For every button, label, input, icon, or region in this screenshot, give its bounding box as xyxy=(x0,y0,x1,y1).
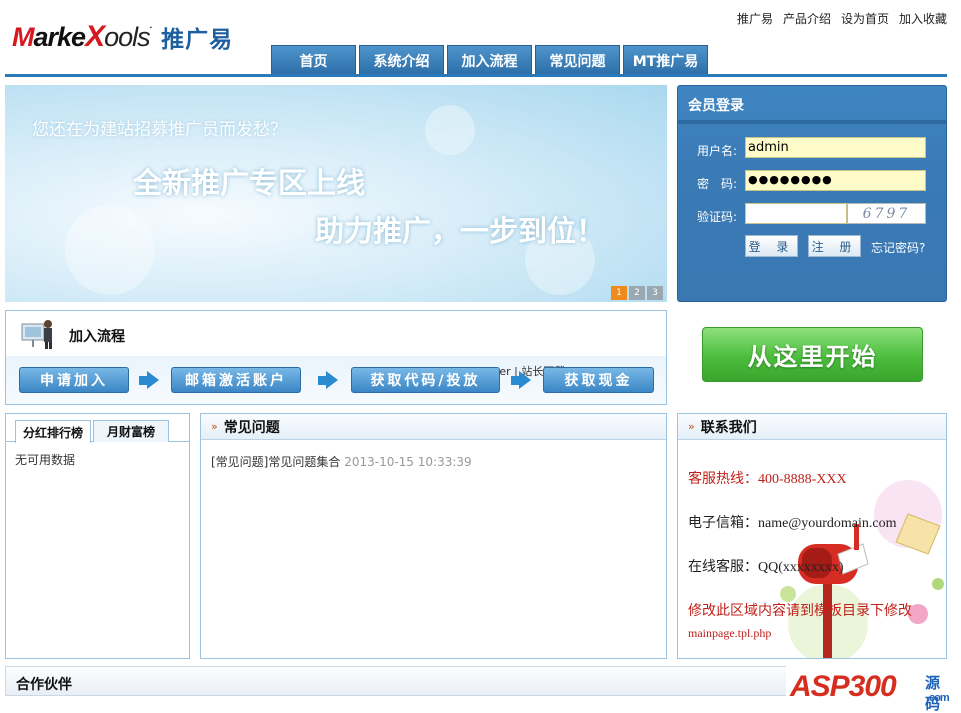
main-nav: 首页 系统介绍 加入流程 常见问题 MT推广易 xyxy=(271,45,708,75)
nav-divider xyxy=(5,74,947,77)
process-panel: 加入流程 China Webmaster | 站长下载 申请加入 邮箱激活账户 … xyxy=(5,310,667,405)
asp300-logo[interactable]: ASP300 源码 .com xyxy=(790,670,950,713)
faq-panel: » 常见问题 [常见问题]常见问题集合 2013-10-15 10:33:39 xyxy=(200,413,667,659)
tab-process[interactable]: 加入流程 xyxy=(447,45,532,75)
contact-title: 联系我们 xyxy=(700,419,757,436)
logo-wordmark: MarkeXools. xyxy=(12,20,152,53)
login-button[interactable]: 登 录 xyxy=(745,235,798,257)
step-get-cash[interactable]: 获取现金 xyxy=(543,367,654,393)
tab-monthly-rank[interactable]: 月财富榜 xyxy=(93,420,169,442)
banner-pager: 1 2 3 xyxy=(611,286,663,300)
ranking-panel: 分红排行榜 月财富榜 无可用数据 xyxy=(5,413,190,659)
step-activate[interactable]: 邮箱激活账户 xyxy=(171,367,301,393)
captcha-input[interactable] xyxy=(745,203,847,224)
banner-line-2: 全新推广专区上线 xyxy=(133,166,366,200)
ranking-tabs: 分红排行榜 月财富榜 xyxy=(6,414,189,443)
banner-line-1: 您还在为建站招募推广员而发愁？ xyxy=(32,120,287,140)
username-input[interactable]: admin xyxy=(745,137,926,158)
captcha-image[interactable]: 6797 xyxy=(847,203,926,224)
banner-line-3: 助力推广，一步到位！ xyxy=(315,214,606,248)
faq-item-time: 2013-10-15 10:33:39 xyxy=(344,455,472,469)
password-input[interactable]: ●●●●●●●● xyxy=(745,170,926,191)
process-title: 加入流程 xyxy=(69,329,125,345)
contact-panel: » 联系我们 客服热线：400-8888-XXX 电子信箱：name@yourd… xyxy=(677,413,947,659)
contact-file: mainpage.tpl.php xyxy=(688,626,772,640)
step-get-code[interactable]: 获取代码/投放 xyxy=(351,367,500,393)
contact-header: » 联系我们 xyxy=(678,414,946,440)
faq-title: 常见问题 xyxy=(223,419,280,436)
forgot-password-link[interactable]: 忘记密码? xyxy=(871,239,925,256)
asp300-text: ASP300 xyxy=(790,670,897,703)
login-title-band xyxy=(678,120,946,124)
banner-page-3[interactable]: 3 xyxy=(647,286,663,300)
presenter-icon xyxy=(20,316,56,350)
top-link-tuiguangyi[interactable]: 推广易 xyxy=(737,10,773,27)
contact-email[interactable]: 电子信箱：name@yourdomain.com xyxy=(688,512,896,532)
contact-note: 修改此区域内容请到模板目录下修改 xyxy=(688,604,912,619)
banner-bubble xyxy=(425,105,475,155)
captcha-label: 验证码: xyxy=(697,210,738,224)
double-chevron-icon: » xyxy=(688,420,695,433)
contact-hotline: 客服热线：400-8888-XXX xyxy=(688,472,847,487)
partner-title: 合作伙伴 xyxy=(16,677,72,693)
tab-faq[interactable]: 常见问题 xyxy=(535,45,620,75)
login-panel: 会员登录 用户名: admin 密 码: ●●●●●●●● 验证码: 6797 … xyxy=(677,85,947,302)
site-logo[interactable]: MarkeXools. 推广易 xyxy=(12,14,233,54)
double-chevron-icon: » xyxy=(211,420,218,433)
step-arrow-icon xyxy=(139,371,159,389)
top-link-product[interactable]: 产品介绍 xyxy=(783,10,831,27)
hero-banner[interactable]: 您还在为建站招募推广员而发愁？ 全新推广专区上线 助力推广，一步到位！ 1 2 … xyxy=(5,85,667,302)
banner-page-2[interactable]: 2 xyxy=(629,286,645,300)
register-button[interactable]: 注 册 xyxy=(808,235,861,257)
top-link-homepage[interactable]: 设为首页 xyxy=(841,10,889,27)
step-arrow-icon xyxy=(318,371,338,389)
top-link-bookmark[interactable]: 加入收藏 xyxy=(899,10,947,27)
step-arrow-icon xyxy=(511,371,531,389)
faq-list-item[interactable]: [常见问题]常见问题集合 2013-10-15 10:33:39 xyxy=(201,440,666,483)
faq-item-title[interactable]: [常见问题]常见问题集合 xyxy=(211,455,340,469)
password-label: 密 码: xyxy=(697,177,738,191)
faq-header: » 常见问题 xyxy=(201,414,666,440)
username-label: 用户名: xyxy=(697,144,738,158)
top-links: 推广易 产品介绍 设为首页 加入收藏 xyxy=(737,10,947,27)
tab-dividend-rank[interactable]: 分红排行榜 xyxy=(15,420,91,443)
logo-cn: 推广易 xyxy=(161,27,234,53)
start-button[interactable]: 从这里开始 xyxy=(702,327,923,382)
asp300-domain: .com xyxy=(927,692,950,704)
banner-bubble xyxy=(65,205,155,295)
ranking-empty: 无可用数据 xyxy=(15,453,76,467)
contact-qq[interactable]: 在线客服：QQ(xxxxxxxx) xyxy=(688,556,844,576)
login-title: 会员登录 xyxy=(688,98,744,114)
tab-intro[interactable]: 系统介绍 xyxy=(359,45,444,75)
banner-page-1[interactable]: 1 xyxy=(611,286,627,300)
step-apply[interactable]: 申请加入 xyxy=(19,367,129,393)
tab-home[interactable]: 首页 xyxy=(271,45,356,75)
tab-mt[interactable]: MT推广易 xyxy=(623,45,708,75)
